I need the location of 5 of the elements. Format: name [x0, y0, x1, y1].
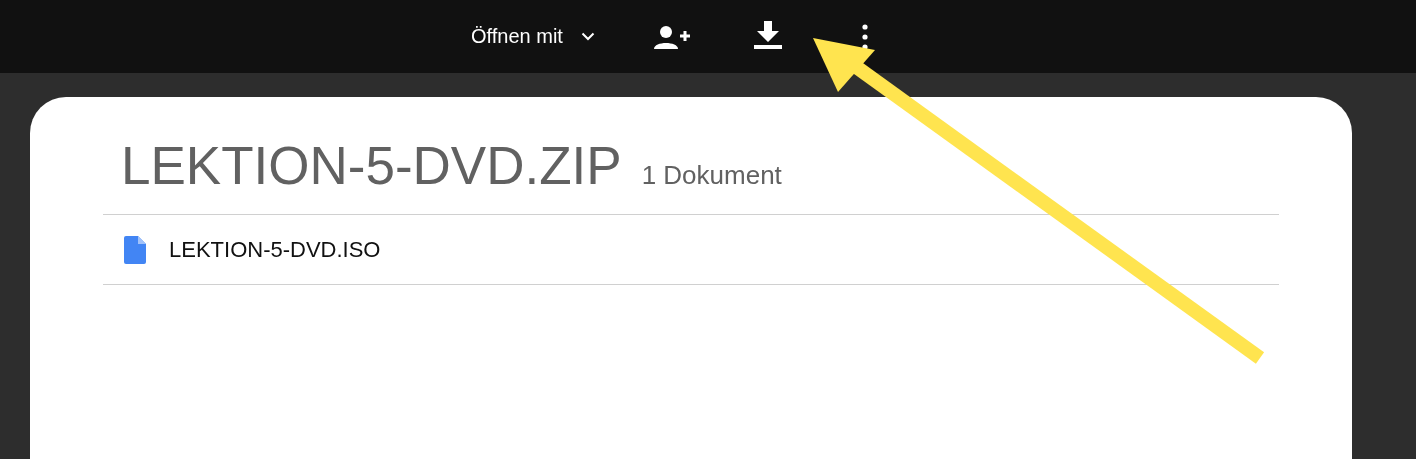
document-count: 1 Dokument: [641, 160, 782, 191]
open-with-button[interactable]: Öffnen mit: [471, 25, 595, 48]
file-name: LEKTION-5-DVD.ISO: [169, 237, 381, 263]
archive-title: LEKTION-5-DVD.ZIP: [121, 135, 622, 196]
file-row[interactable]: LEKTION-5-DVD.ISO: [103, 215, 1279, 285]
